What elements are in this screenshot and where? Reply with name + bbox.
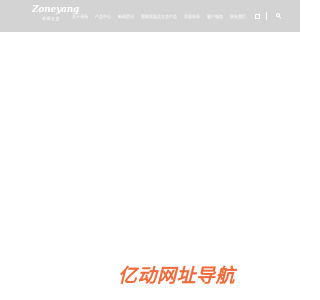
nav-item-smart-home[interactable]: 智能家居及五金产品 — [141, 13, 177, 20]
nav-item-service[interactable]: 客户服务 — [207, 13, 223, 20]
nav-item-products[interactable]: 产品中心 — [95, 13, 111, 20]
header-tools — [255, 11, 282, 21]
language-icon[interactable] — [255, 13, 260, 19]
logo[interactable]: Zoneyang 卓扬五金 — [32, 5, 80, 22]
nav-item-contact[interactable]: 联系我们 — [230, 13, 246, 20]
search-icon[interactable] — [276, 13, 282, 19]
site-header: Zoneyang 卓扬五金 关于卓扬 产品中心 新闻资讯 智能家居及五金产品 质… — [0, 0, 300, 32]
header-divider — [266, 12, 267, 20]
nav-item-news[interactable]: 新闻资讯 — [118, 13, 134, 20]
nav-item-about[interactable]: 关于卓扬 — [72, 13, 88, 20]
nav-item-quality[interactable]: 质量体系 — [184, 13, 200, 20]
page: Zoneyang 卓扬五金 关于卓扬 产品中心 新闻资讯 智能家居及五金产品 质… — [0, 0, 300, 300]
watermark: 亿动网址导航 — [118, 264, 235, 288]
logo-text-cn: 卓扬五金 — [42, 16, 60, 21]
main-nav: 关于卓扬 产品中心 新闻资讯 智能家居及五金产品 质量体系 客户服务 联系我们 — [72, 13, 253, 20]
watermark-text: 亿动网址导航 — [118, 265, 236, 287]
logo-text-en: Zoneyang — [32, 5, 80, 15]
